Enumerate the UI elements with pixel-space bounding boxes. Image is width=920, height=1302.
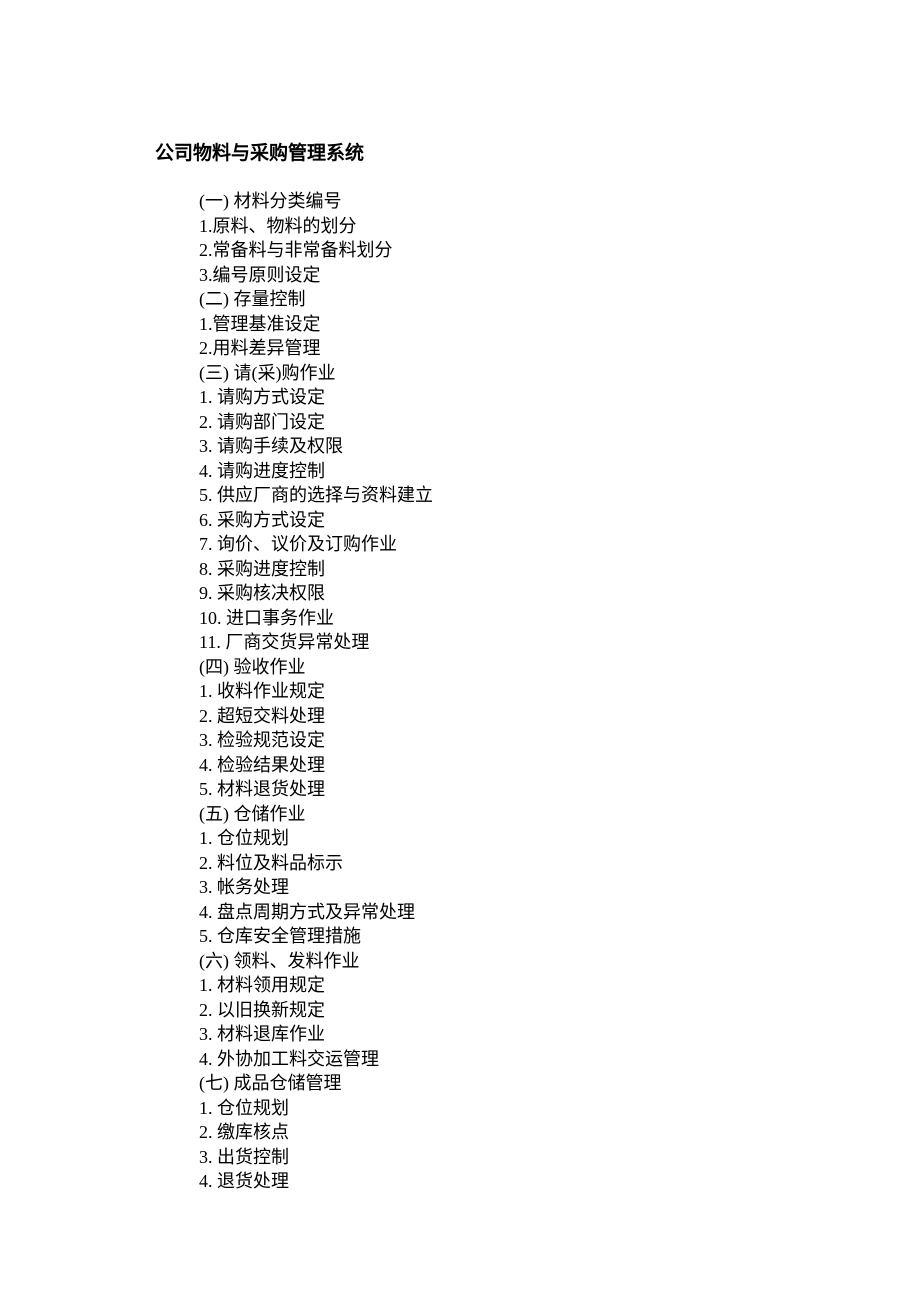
outline-item: 1.原料、物料的划分 xyxy=(199,214,920,239)
outline-item: 3. 检验规范设定 xyxy=(199,728,920,753)
document-title: 公司物料与采购管理系统 xyxy=(155,138,920,165)
outline-item: (六) 领料、发料作业 xyxy=(199,949,920,974)
outline-item: 1. 收料作业规定 xyxy=(199,679,920,704)
outline-item: 5. 材料退货处理 xyxy=(199,777,920,802)
outline-item: 1.管理基准设定 xyxy=(199,312,920,337)
outline-item: 4. 退货处理 xyxy=(199,1169,920,1194)
outline-item: 5. 供应厂商的选择与资料建立 xyxy=(199,483,920,508)
outline-item: (二) 存量控制 xyxy=(199,287,920,312)
outline-item: 9. 采购核决权限 xyxy=(199,581,920,606)
outline-item: 4. 外协加工料交运管理 xyxy=(199,1047,920,1072)
outline-item: 10. 进口事务作业 xyxy=(199,606,920,631)
outline-item: 4. 盘点周期方式及异常处理 xyxy=(199,900,920,925)
document-outline: (一) 材料分类编号 1.原料、物料的划分 2.常备料与非常备料划分 3.编号原… xyxy=(155,189,920,1194)
outline-item: (四) 验收作业 xyxy=(199,655,920,680)
outline-item: 4. 请购进度控制 xyxy=(199,459,920,484)
outline-item: 11. 厂商交货异常处理 xyxy=(199,630,920,655)
outline-item: 3. 请购手续及权限 xyxy=(199,434,920,459)
outline-item: 1. 仓位规划 xyxy=(199,1096,920,1121)
outline-item: 3. 出货控制 xyxy=(199,1145,920,1170)
outline-item: (三) 请(采)购作业 xyxy=(199,361,920,386)
outline-item: 3.编号原则设定 xyxy=(199,263,920,288)
outline-item: 8. 采购进度控制 xyxy=(199,557,920,582)
outline-item: 1. 材料领用规定 xyxy=(199,973,920,998)
outline-item: (一) 材料分类编号 xyxy=(199,189,920,214)
outline-item: 1. 仓位规划 xyxy=(199,826,920,851)
outline-item: 2. 缴库核点 xyxy=(199,1120,920,1145)
outline-item: 7. 询价、议价及订购作业 xyxy=(199,532,920,557)
outline-item: (五) 仓储作业 xyxy=(199,802,920,827)
outline-item: 5. 仓库安全管理措施 xyxy=(199,924,920,949)
outline-item: 3. 帐务处理 xyxy=(199,875,920,900)
outline-item: 2. 超短交料处理 xyxy=(199,704,920,729)
outline-item: 2.常备料与非常备料划分 xyxy=(199,238,920,263)
outline-item: 2. 以旧换新规定 xyxy=(199,998,920,1023)
outline-item: 6. 采购方式设定 xyxy=(199,508,920,533)
outline-item: 2. 料位及料品标示 xyxy=(199,851,920,876)
outline-item: 2.用料差异管理 xyxy=(199,336,920,361)
outline-item: 2. 请购部门设定 xyxy=(199,410,920,435)
outline-item: 3. 材料退库作业 xyxy=(199,1022,920,1047)
outline-item: 4. 检验结果处理 xyxy=(199,753,920,778)
outline-item: 1. 请购方式设定 xyxy=(199,385,920,410)
outline-item: (七) 成品仓储管理 xyxy=(199,1071,920,1096)
